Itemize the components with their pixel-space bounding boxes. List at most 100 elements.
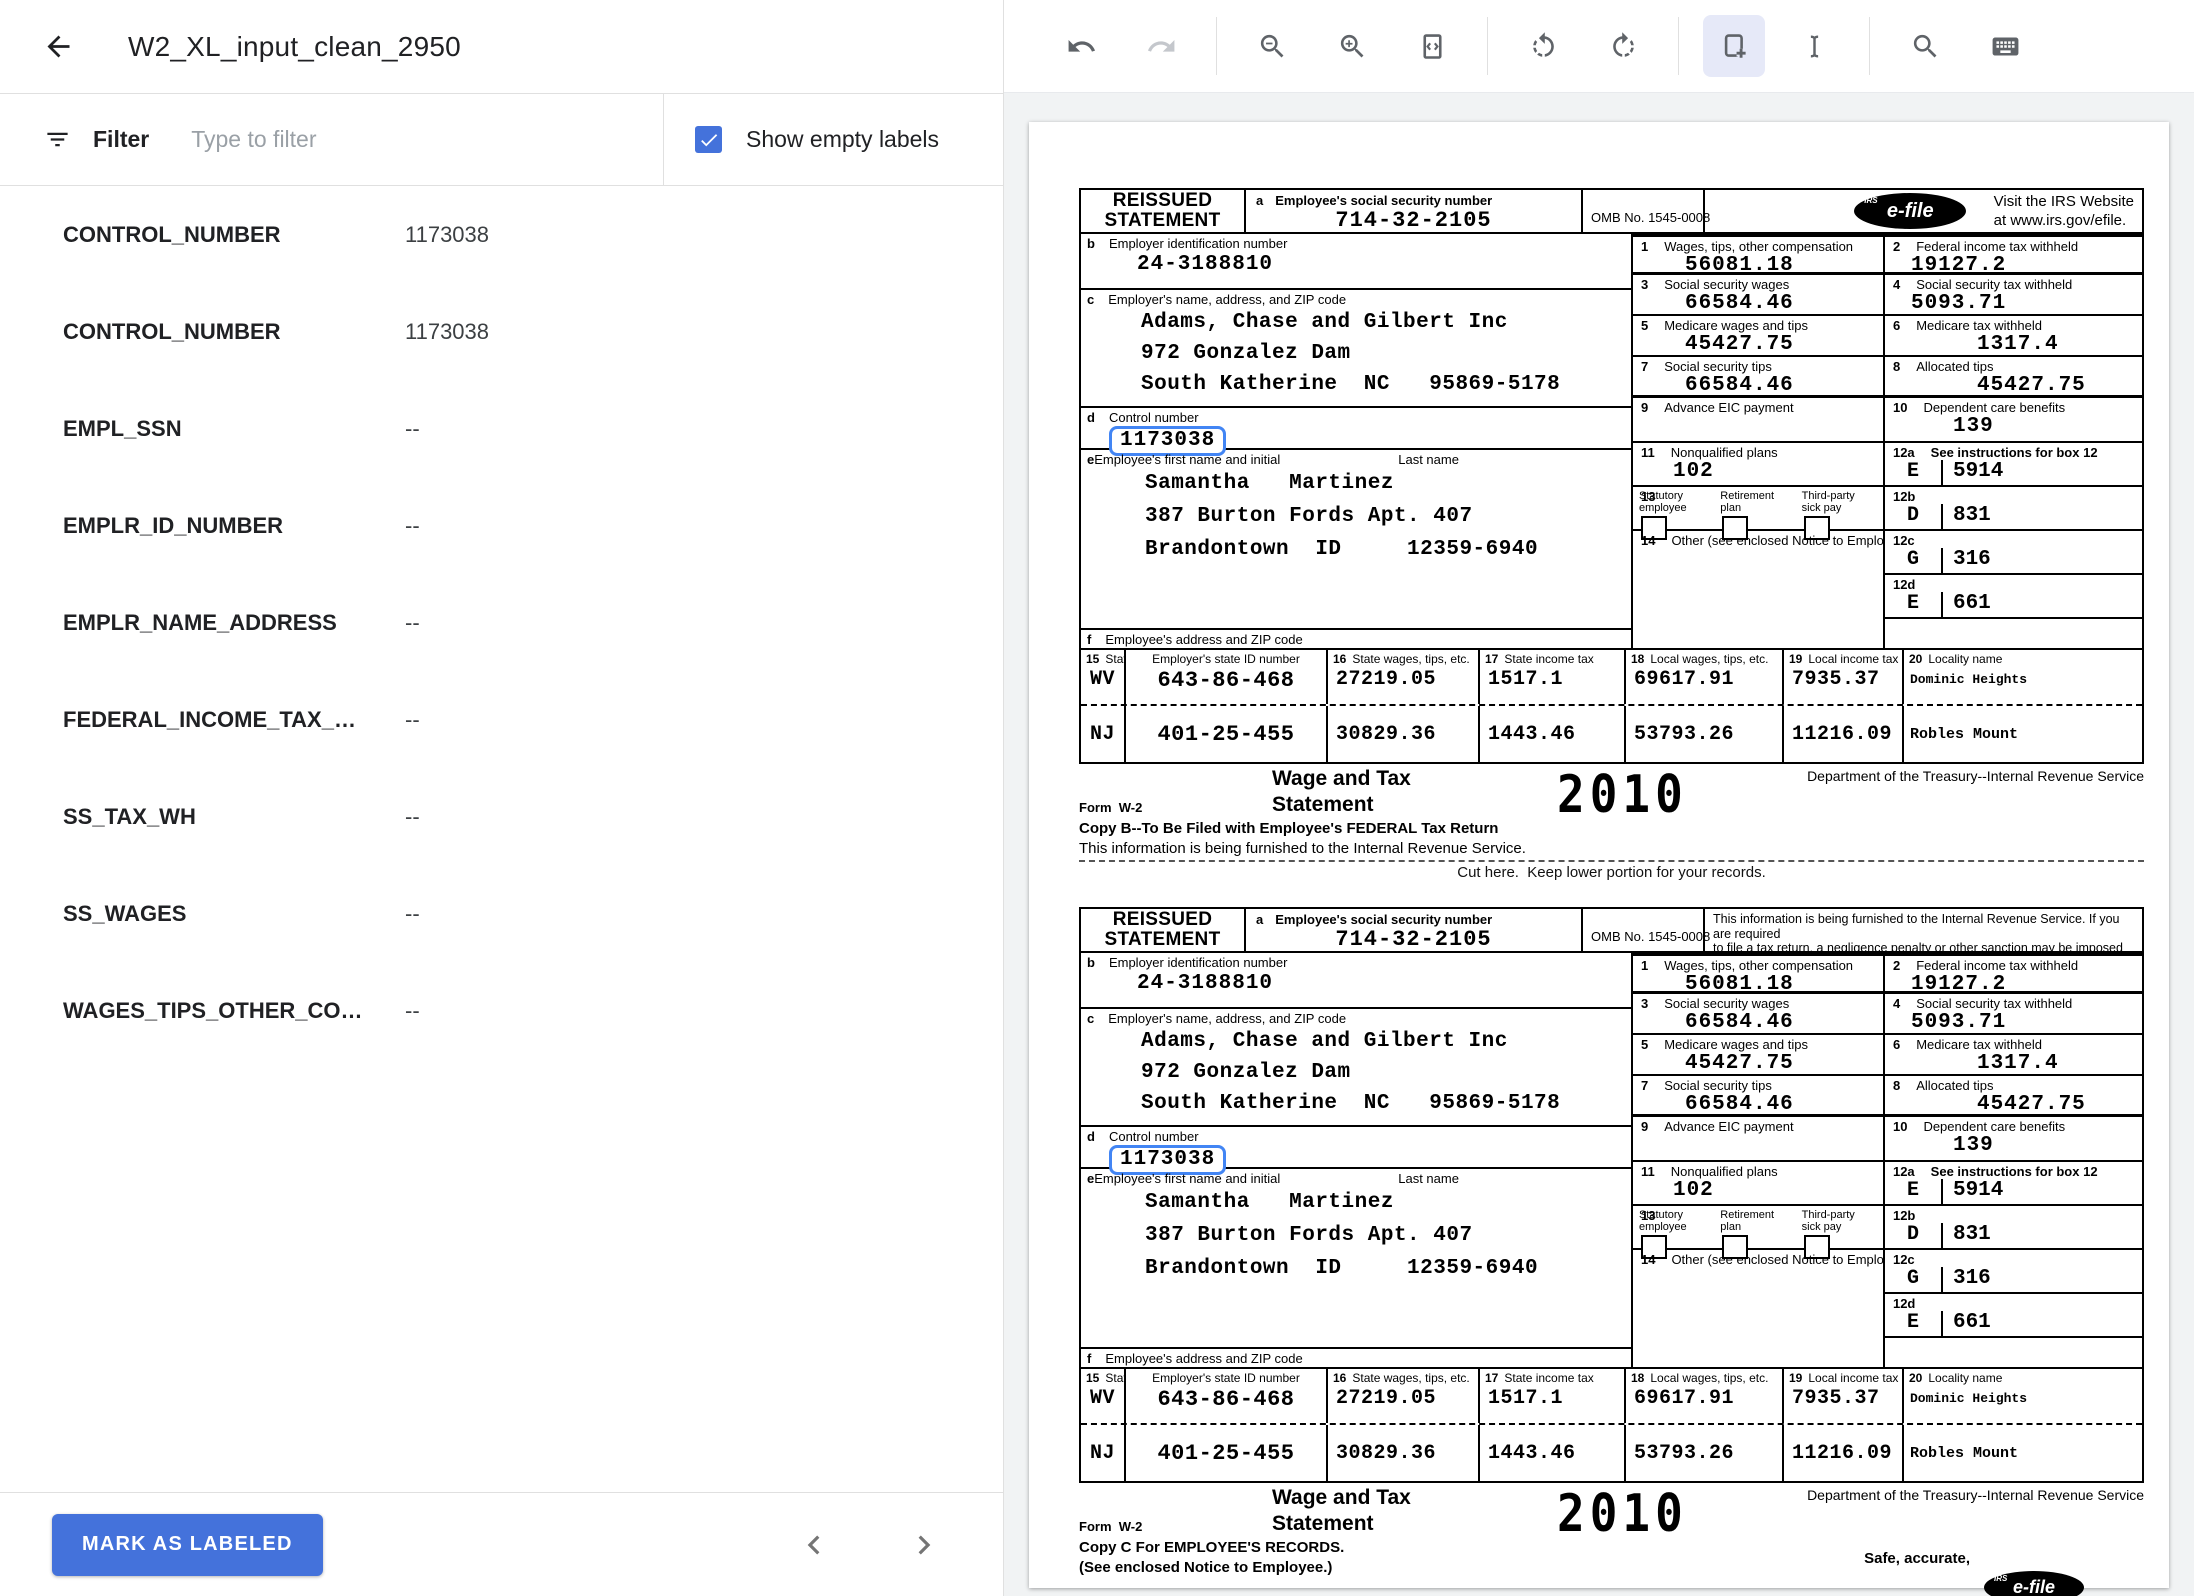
tax-year: 2010: [1557, 764, 1688, 824]
col-20-num: 20: [1909, 652, 1922, 666]
box-9-label: 9Advance EIC payment: [1633, 400, 1883, 415]
document-viewer: REISSUED STATEMENT aEmployee's social se…: [1004, 0, 2194, 1596]
label-row[interactable]: CONTROL_NUMBER1173038: [0, 283, 1003, 380]
left-panel: W2_XL_input_clean_2950 Filter Show empty…: [0, 0, 1004, 1596]
employee-city-state-zip: Brandontown ID 12359-6940: [1087, 533, 1631, 566]
box-1-num: 1: [1641, 958, 1648, 973]
reissued-statement: REISSUED STATEMENT: [1081, 909, 1246, 951]
panel-header: W2_XL_input_clean_2950: [0, 0, 1003, 93]
tax-year: 2010: [1557, 1483, 1688, 1543]
box-8-label: 8Allocated tips: [1885, 1078, 2142, 1093]
state-row-1: 15State WV Employer's state ID number 64…: [1081, 1369, 2142, 1425]
treasury-dept-text: Department of the Treasury--Internal Rev…: [1807, 1487, 2144, 1503]
locality-1: Dominic Heights: [1904, 672, 2142, 687]
wage-tax-statement: Wage and Tax Statement: [1272, 1485, 1411, 1537]
state-local-table: 15State WV Employer's state ID number 64…: [1081, 1367, 2142, 1481]
box-row-14-12c: 14Other (see enclosed Notice to Employee…: [1633, 531, 2142, 575]
label-row[interactable]: EMPL_SSN--: [0, 380, 1003, 477]
keyboard-button[interactable]: [1974, 15, 2036, 77]
box-a-label: aEmployee's social security number: [1246, 190, 1581, 208]
rotate-left-button[interactable]: [1512, 15, 1574, 77]
fit-to-box-button[interactable]: [1401, 15, 1463, 77]
label-row[interactable]: EMPLR_NAME_ADDRESS--: [0, 574, 1003, 671]
box-3-num: 3: [1641, 277, 1648, 292]
box-2: 2Federal income tax withheld 19127.2: [1883, 956, 2142, 994]
box-8-label: 8Allocated tips: [1885, 359, 2142, 374]
efile-logo: IRSe-file: [1854, 193, 1966, 229]
box-12d: 12d E 661: [1883, 1294, 2142, 1338]
col-15-num: 15: [1086, 652, 1099, 666]
text-cursor-button[interactable]: [1783, 15, 1845, 77]
box-10-value: 139: [1885, 1134, 2142, 1157]
box-12a-label: 12aSee instructions for box 12: [1885, 445, 2142, 460]
box-10-label: 10Dependent care benefits: [1885, 1119, 2142, 1134]
zoom-out-button[interactable]: [1241, 15, 1303, 77]
box-12c: 12c G 316: [1883, 1250, 2142, 1294]
box-6: 6Medicare tax withheld 1317.4: [1883, 316, 2142, 357]
arrow-back-icon: [42, 30, 75, 63]
label-list: CONTROL_NUMBER1173038CONTROL_NUMBER11730…: [0, 186, 1003, 1492]
box-row-11-12a: 11Nonqualified plans 102 12aSee instruct…: [1633, 1162, 2142, 1206]
document-page[interactable]: REISSUED STATEMENT aEmployee's social se…: [1029, 122, 2169, 1588]
undo-button[interactable]: [1050, 15, 1112, 77]
box-b-employer-id: bEmployer identification number 24-31888…: [1081, 953, 1631, 1009]
label-row[interactable]: WAGES_TIPS_OTHER_CO…--: [0, 962, 1003, 1059]
box-11: 11Nonqualified plans 102: [1633, 1162, 1883, 1206]
box-12a: 12aSee instructions for box 12 E 5914: [1883, 443, 2142, 487]
box-e-first-label: eEmployee's first name and initial: [1087, 452, 1280, 467]
box-3-num: 3: [1641, 996, 1648, 1011]
col-19-num: 19: [1789, 652, 1802, 666]
show-empty-labels-checkbox[interactable]: [695, 126, 722, 153]
wts-line2: Statement: [1272, 792, 1411, 818]
statutory-label1: Statutory: [1639, 490, 1710, 502]
col-18-text: Local wages, tips, etc.: [1650, 652, 1768, 666]
redo-button[interactable]: [1130, 15, 1192, 77]
label-row[interactable]: CONTROL_NUMBER1173038: [0, 186, 1003, 283]
statutory-label1: Statutory: [1639, 1209, 1710, 1221]
box-11-num: 11: [1641, 445, 1655, 460]
state-id-col: Employer's state ID number 643-86-468: [1126, 1369, 1328, 1423]
box-12d-code: E: [1885, 592, 1941, 617]
zoom-in-button[interactable]: [1321, 15, 1383, 77]
cut-dash-line: [1079, 860, 2144, 862]
box-e-text: Employee's first name and initial: [1094, 452, 1280, 467]
back-button[interactable]: [36, 25, 80, 69]
box-12c-code: G: [1885, 1267, 1941, 1292]
box-13: 13 Statutory employee Retirement plan: [1633, 487, 1883, 531]
box-a-label: aEmployee's social security number: [1246, 909, 1581, 927]
statutory-label2: employee: [1639, 1221, 1710, 1233]
label-row[interactable]: EMPLR_ID_NUMBER--: [0, 477, 1003, 574]
treasury-dept-text: Department of the Treasury--Internal Rev…: [1807, 768, 2144, 784]
box-7-label: 7Social security tips: [1633, 1078, 1883, 1093]
region-select-button[interactable]: [1703, 15, 1765, 77]
state-tax-2: 1443.46: [1480, 1442, 1624, 1465]
box-12d-num: 12d: [1893, 1296, 1915, 1311]
box-12d-value: 661: [1941, 1311, 2142, 1336]
box-12b-value: 831: [1941, 1223, 2142, 1248]
mark-as-labeled-button[interactable]: MARK AS LABELED: [52, 1514, 323, 1576]
undo-icon: [1066, 31, 1097, 62]
search-button[interactable]: [1894, 15, 1956, 77]
retirement-label1: Retirement: [1720, 490, 1791, 502]
employer-name: Adams, Chase and Gilbert Inc: [1087, 1026, 1631, 1057]
box-row-14-12c: 14Other (see enclosed Notice to Employee…: [1633, 1250, 2142, 1294]
efile-text: e-file: [2013, 1577, 2055, 1596]
rotate-right-button[interactable]: [1592, 15, 1654, 77]
label-row[interactable]: FEDERAL_INCOME_TAX_…--: [0, 671, 1003, 768]
box-10-label: 10Dependent care benefits: [1885, 400, 2142, 415]
col-18-header: 18Local wages, tips, etc.: [1626, 650, 1782, 666]
document-canvas[interactable]: REISSUED STATEMENT aEmployee's social se…: [1004, 93, 2194, 1596]
label-row[interactable]: SS_TAX_WH--: [0, 768, 1003, 865]
filter-input[interactable]: [191, 126, 663, 153]
box-12c-line: G 316: [1885, 548, 2142, 573]
cut-here-divider: Cut here. Keep lower portion for your re…: [1079, 860, 2144, 881]
label-name: CONTROL_NUMBER: [63, 319, 405, 345]
label-row[interactable]: SS_WAGES--: [0, 865, 1003, 962]
previous-document-button[interactable]: [795, 1526, 833, 1564]
box-12a-code: E: [1885, 460, 1941, 485]
col-16-num: 16: [1333, 652, 1346, 666]
next-document-button[interactable]: [905, 1526, 943, 1564]
chevron-left-icon: [795, 1526, 833, 1564]
col-15-text: State: [1105, 1371, 1126, 1385]
zoom-in-icon: [1337, 31, 1368, 62]
